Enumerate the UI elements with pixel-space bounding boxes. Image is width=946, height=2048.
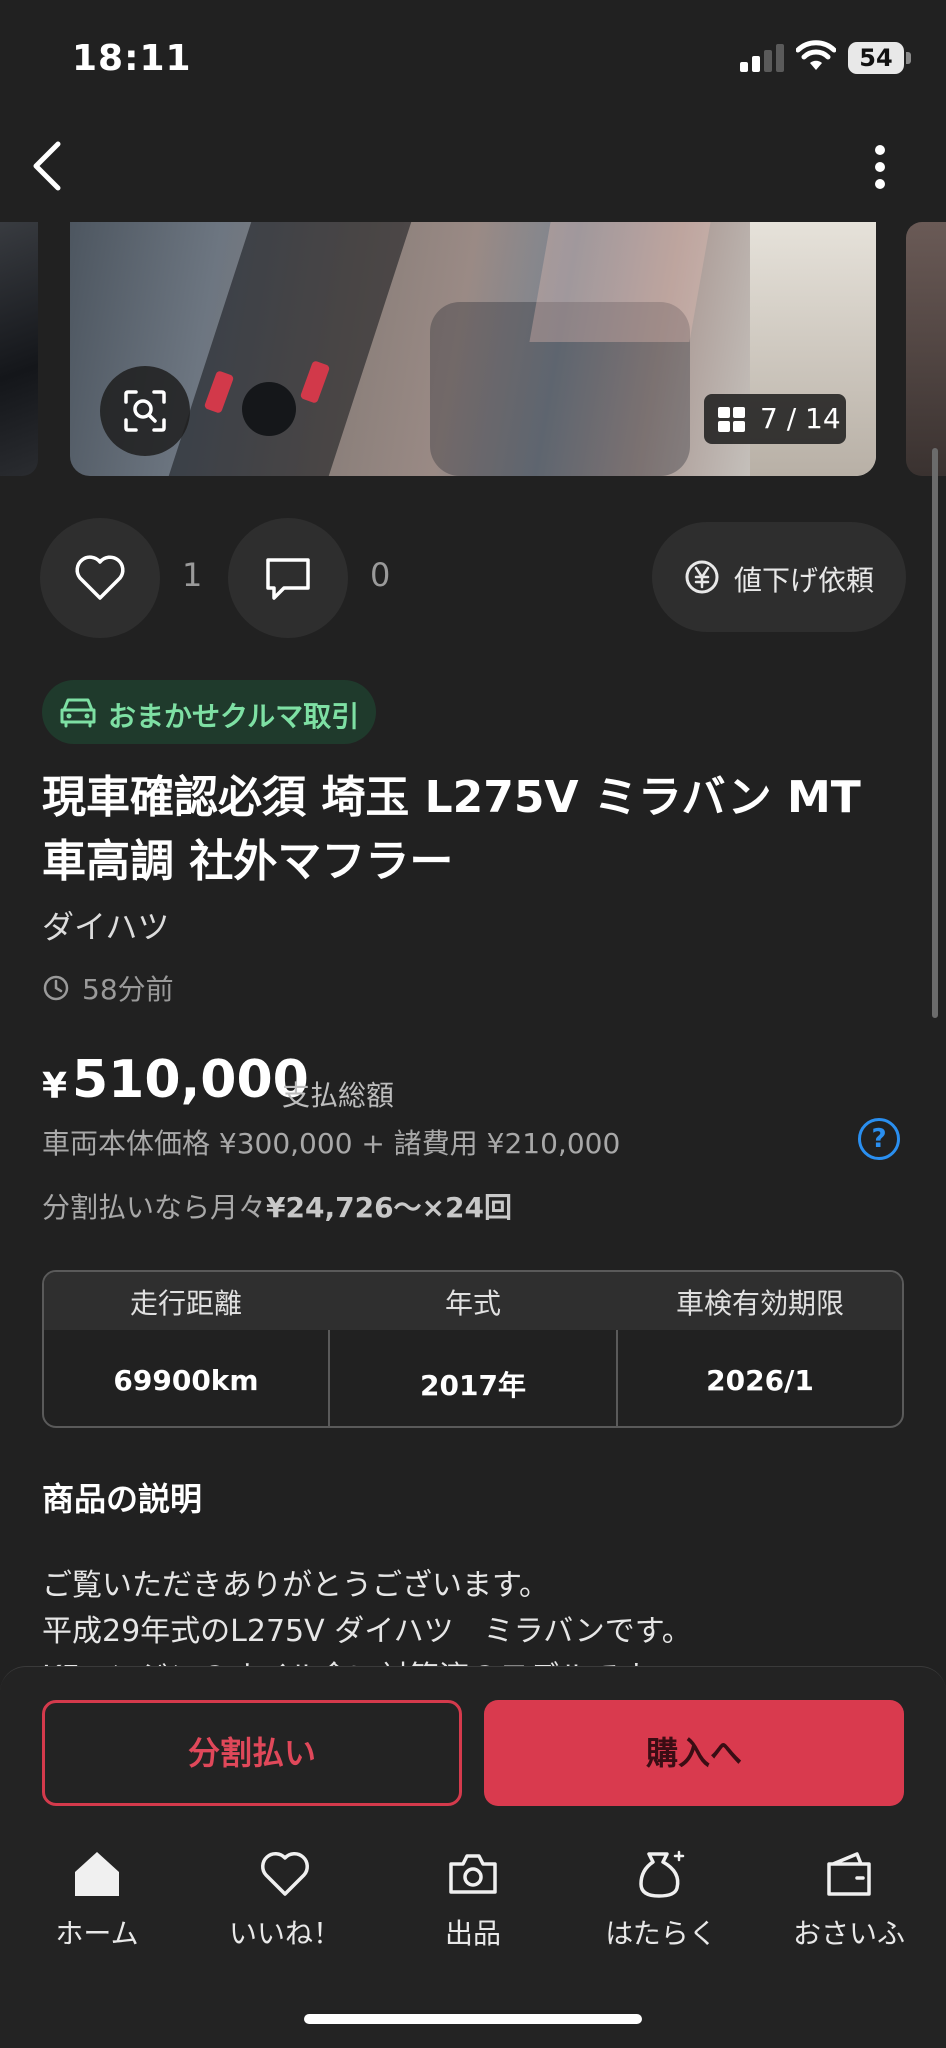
tab-label: はたらく: [605, 1917, 717, 1950]
battery-indicator: 54: [848, 42, 904, 74]
price-breakdown: 車両本体価格 ¥300,000 + 諸費用 ¥210,000: [42, 1127, 621, 1160]
tab-work[interactable]: はたらく: [576, 1848, 746, 1958]
scrollbar[interactable]: [932, 448, 938, 1018]
spec-label: 年式: [444, 1287, 501, 1320]
tab-likes[interactable]: いいね！: [200, 1848, 370, 1958]
spec-inspection-expiry: 車検有効期限 2026/1: [618, 1272, 902, 1426]
comment-button[interactable]: [228, 518, 348, 638]
price-value: 510,000: [72, 1050, 309, 1110]
description-line: 平成29年式のL275V ダイハツ ミラバンです。: [42, 1614, 692, 1649]
grid-icon: [718, 407, 746, 433]
battery-cap: [906, 52, 911, 64]
back-button[interactable]: [28, 136, 68, 196]
help-icon[interactable]: ?: [858, 1118, 900, 1160]
installment-prefix: 分割払いなら月々: [42, 1191, 267, 1224]
car-icon: [60, 698, 96, 728]
heart-icon: [75, 555, 125, 600]
spec-value: 2026/1: [706, 1364, 814, 1397]
status-bar: 18:11 54: [0, 0, 946, 118]
previous-photo[interactable]: [0, 222, 38, 476]
wifi-icon: [796, 40, 836, 70]
tab-label: いいね！: [228, 1917, 341, 1950]
item-title-line: 車高調 社外マフラー: [42, 836, 454, 887]
photo-counter-text: 7 / 14: [760, 402, 841, 435]
clock-icon: [43, 975, 69, 1001]
spec-label: 車検有効期限: [675, 1287, 844, 1320]
specs-table: 走行距離 69900km 年式 2017年 車検有効期限 2026/1: [42, 1270, 904, 1428]
photo-counter-button[interactable]: 7 / 14: [704, 394, 846, 444]
like-count: 1: [182, 556, 203, 594]
price-down-label: 値下げ依頼: [734, 564, 875, 597]
spec-mileage: 走行距離 69900km: [44, 1272, 328, 1426]
car-deal-badge: おまかせクルマ取引: [42, 680, 376, 744]
tab-label: ホーム: [55, 1917, 139, 1950]
tab-sell[interactable]: 出品: [388, 1848, 558, 1958]
camera-icon: [449, 1854, 497, 1894]
installment-info: 分割払いなら月々¥24,726〜×24回: [42, 1186, 512, 1226]
signal-icon: [740, 44, 784, 72]
status-time: 18:11: [72, 38, 192, 79]
tab-wallet[interactable]: おさいふ: [764, 1848, 934, 1958]
posted-time-text: 58分前: [82, 973, 174, 1006]
yen-circle-icon: [685, 560, 719, 594]
scan-search-icon: [124, 390, 166, 432]
tab-label: 出品: [444, 1917, 501, 1950]
item-title: 現車確認必須 埼玉 L275V ミラバン MT 車高調 社外マフラー: [42, 766, 912, 894]
description-title: 商品の説明: [42, 1480, 203, 1518]
photo-detail: [168, 222, 412, 476]
spec-label: 走行距離: [129, 1287, 242, 1320]
tab-label: おさいふ: [792, 1917, 905, 1950]
wallet-icon: [827, 1852, 871, 1896]
home-icon: [75, 1852, 119, 1896]
next-photo[interactable]: [906, 222, 946, 476]
spec-value: 69900km: [113, 1364, 259, 1397]
price-down-request-button[interactable]: 値下げ依頼: [652, 522, 906, 632]
price-label: 支払総額: [282, 1079, 395, 1112]
spec-model-year: 年式 2017年: [330, 1272, 616, 1426]
chevron-left-icon: [33, 141, 61, 191]
photo-gallery[interactable]: 7 / 14: [0, 222, 946, 476]
like-button[interactable]: [40, 518, 160, 638]
item-maker: ダイハツ: [42, 908, 170, 946]
buy-button[interactable]: 購入へ: [484, 1700, 904, 1806]
tab-home[interactable]: ホーム: [12, 1848, 182, 1958]
comment-icon: [266, 558, 310, 600]
spec-value: 2017年: [420, 1369, 526, 1402]
photo-detail: [242, 382, 296, 436]
installment-payment-button[interactable]: 分割払い: [42, 1700, 462, 1806]
home-indicator[interactable]: [304, 2014, 642, 2024]
image-search-button[interactable]: [100, 366, 190, 456]
more-options-button[interactable]: [862, 140, 898, 194]
photo-detail: [529, 222, 711, 342]
comment-count: 0: [370, 556, 391, 594]
money-bag-icon: [639, 1850, 685, 1898]
heart-icon: [261, 1852, 309, 1896]
item-title-line: 現車確認必須 埼玉 L275V ミラバン MT: [42, 772, 861, 823]
badge-label: おまかせクルマ取引: [108, 700, 360, 733]
more-vertical-icon: [875, 145, 885, 189]
description-line: ご覧いただきありがとうございます。: [42, 1568, 549, 1603]
installment-amount: ¥24,726〜×24回: [266, 1191, 512, 1224]
price-currency: ¥: [42, 1066, 68, 1107]
